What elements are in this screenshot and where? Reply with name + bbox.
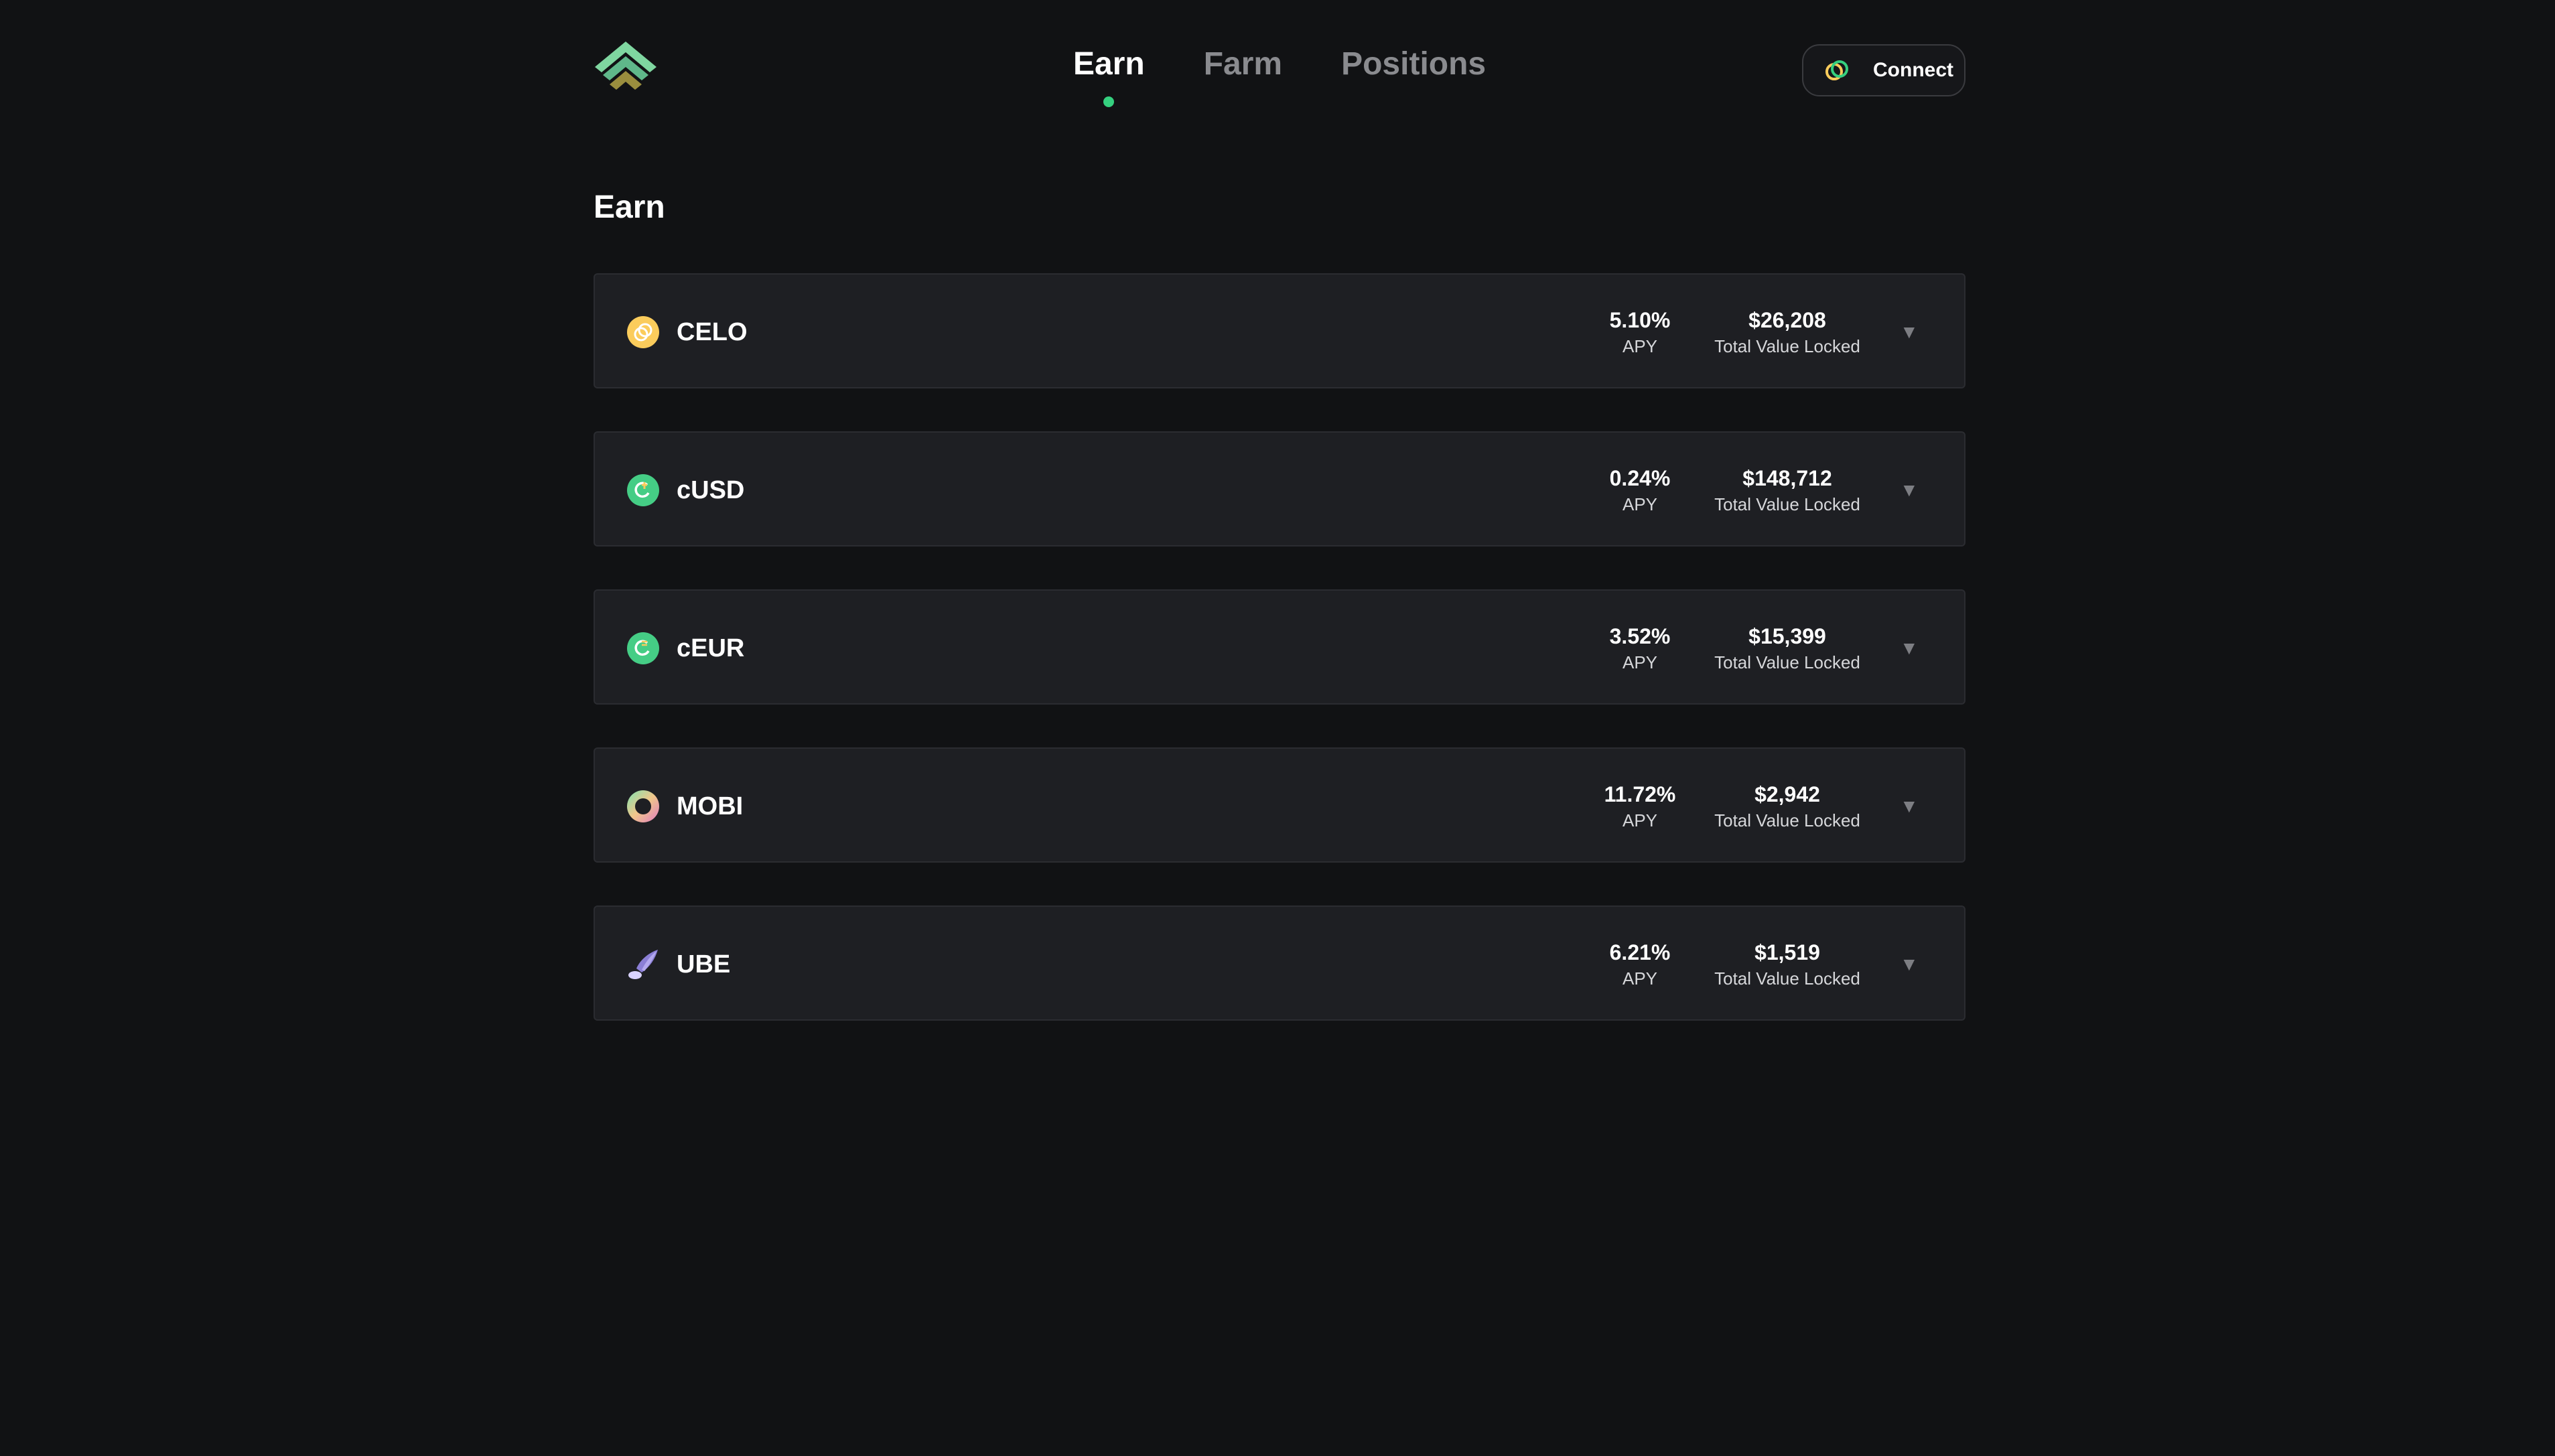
wallet-connect-icon [1825, 60, 1848, 80]
pool-name: cUSD [677, 476, 745, 504]
apy-stat: 5.10% APY [1593, 307, 1687, 359]
pool-name: UBE [677, 950, 731, 978]
tvl-stat: $1,519 Total Value Locked [1707, 939, 1868, 991]
tvl-value: $15,399 [1748, 624, 1826, 648]
main-nav: Earn Farm Positions [1073, 40, 1545, 114]
tvl-stat: $148,712 Total Value Locked [1707, 465, 1868, 517]
apy-label: APY [1622, 336, 1658, 356]
pool-row-ceur[interactable]: cEUR 3.52% APY $15,399 Total Value Locke… [594, 589, 1965, 705]
pool-name: cEUR [677, 634, 745, 662]
ube-icon [628, 950, 658, 979]
chevron-down-icon[interactable]: ▼ [1900, 954, 1919, 975]
pool-row-cusd[interactable]: cUSD 0.24% APY $148,712 Total Value Lock… [594, 431, 1965, 547]
apy-value: 5.10% [1609, 308, 1671, 332]
chevron-down-icon[interactable]: ▼ [1900, 480, 1919, 501]
tvl-stat: $2,942 Total Value Locked [1707, 781, 1868, 833]
tab-farm-label: Farm [1203, 46, 1283, 82]
apy-value: 0.24% [1609, 466, 1671, 490]
tvl-label: Total Value Locked [1714, 494, 1860, 514]
apy-label: APY [1622, 968, 1658, 989]
tvl-label: Total Value Locked [1714, 810, 1860, 830]
apy-stat: 6.21% APY [1593, 939, 1687, 991]
apy-stat: 11.72% APY [1593, 781, 1687, 833]
tab-farm[interactable]: Farm [1204, 40, 1282, 114]
apy-value: 3.52% [1609, 624, 1671, 648]
pool-list: CELO 5.10% APY $26,208 Total Value Locke… [594, 273, 1965, 1064]
pool-row-mobi[interactable]: MOBI 11.72% APY $2,942 Total Value Locke… [594, 747, 1965, 863]
tvl-value: $148,712 [1742, 466, 1832, 490]
tvl-stat: $26,208 Total Value Locked [1707, 307, 1868, 359]
tvl-label: Total Value Locked [1714, 336, 1860, 356]
tvl-label: Total Value Locked [1714, 968, 1860, 989]
apy-label: APY [1622, 652, 1658, 672]
tvl-stat: $15,399 Total Value Locked [1707, 623, 1868, 675]
apy-stat: 0.24% APY [1593, 465, 1687, 517]
tvl-label: Total Value Locked [1714, 652, 1860, 672]
tab-earn-label: Earn [1073, 46, 1145, 82]
pool-row-ube[interactable]: UBE 6.21% APY $1,519 Total Value Locked … [594, 905, 1965, 1021]
apy-value: 11.72% [1604, 782, 1676, 806]
mobi-icon [627, 790, 659, 822]
tvl-value: $1,519 [1754, 940, 1820, 964]
chevron-down-icon[interactable]: ▼ [1900, 796, 1919, 817]
tab-earn[interactable]: Earn [1073, 40, 1145, 114]
apy-label: APY [1622, 810, 1658, 830]
active-tab-indicator [1103, 96, 1115, 107]
app-logo-icon[interactable] [594, 40, 658, 96]
ceur-icon [627, 632, 659, 664]
pool-name: MOBI [677, 792, 744, 820]
pool-name: CELO [677, 318, 748, 346]
apy-value: 6.21% [1609, 940, 1671, 964]
cusd-icon [627, 474, 659, 506]
page-title: Earn [594, 190, 665, 225]
tab-positions-label: Positions [1341, 46, 1487, 82]
chevron-down-icon[interactable]: ▼ [1900, 321, 1919, 343]
header: Earn Farm Positions Connect [594, 40, 1965, 114]
tvl-value: $26,208 [1748, 308, 1826, 332]
pool-row-celo[interactable]: CELO 5.10% APY $26,208 Total Value Locke… [594, 273, 1965, 388]
tvl-value: $2,942 [1754, 782, 1820, 806]
celo-icon [627, 316, 659, 348]
tab-positions[interactable]: Positions [1341, 40, 1486, 114]
connect-button[interactable]: Connect [1802, 44, 1965, 96]
apy-label: APY [1622, 494, 1658, 514]
chevron-down-icon[interactable]: ▼ [1900, 638, 1919, 659]
connect-button-label: Connect [1873, 59, 1953, 81]
apy-stat: 3.52% APY [1593, 623, 1687, 675]
